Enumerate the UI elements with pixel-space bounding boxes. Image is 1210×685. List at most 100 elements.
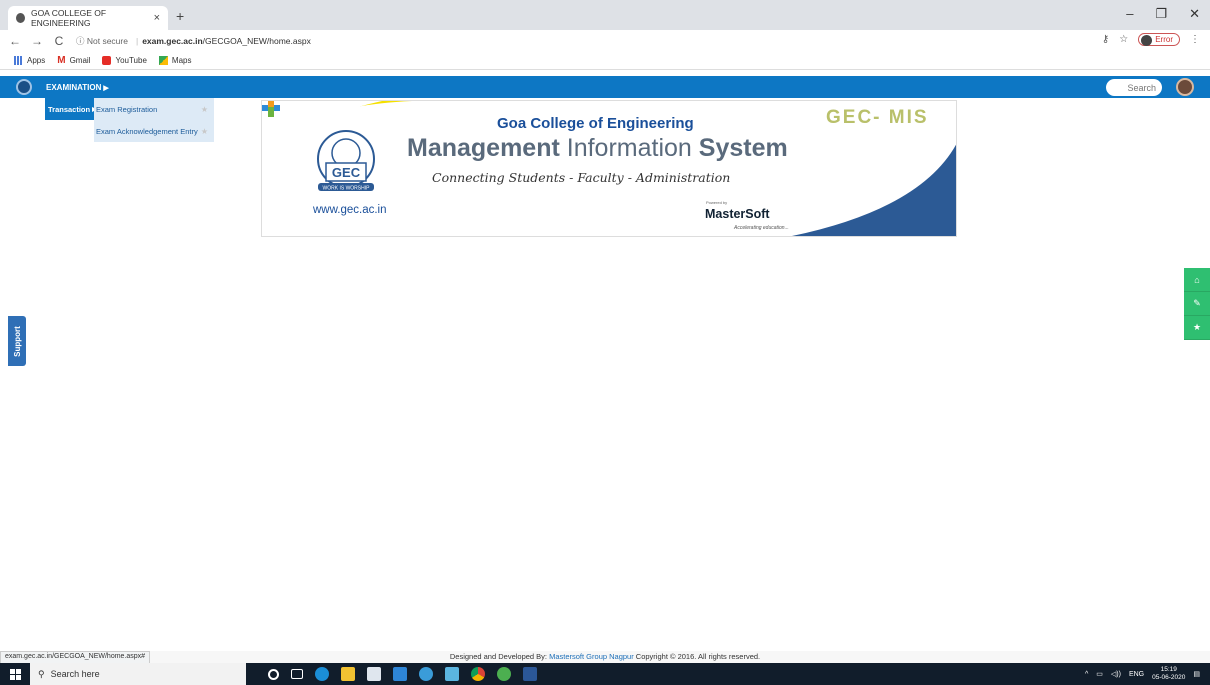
gec-mis-logo: GEC- MIS [826, 107, 929, 128]
new-tab-button[interactable]: + [176, 8, 184, 24]
url-input[interactable]: ⓘ Not secure | exam.gec.ac.in /GECGOA_NE… [76, 35, 311, 47]
powered-by-text: Powered by [706, 200, 728, 205]
back-button[interactable]: ← [8, 34, 22, 48]
edge-icon[interactable] [315, 667, 329, 681]
tab-close-icon[interactable]: × [154, 12, 160, 24]
notification-icon[interactable]: ▤ [1193, 670, 1200, 678]
college-logo-icon[interactable] [16, 79, 32, 95]
footer-prefix: Designed and Developed By: [449, 652, 550, 661]
windows-icon [9, 668, 21, 680]
gmail-icon: M [57, 55, 66, 66]
support-button[interactable]: Support [8, 316, 26, 366]
browser-tab[interactable]: GOA COLLEGE OF ENGINEERING × [8, 6, 168, 30]
mis-word-2: Information [559, 134, 699, 162]
menu-item-label: Exam Acknowledgement Entry [96, 126, 198, 136]
cortana-icon[interactable] [268, 668, 279, 680]
menu-examination[interactable]: EXAMINATION ▶ [46, 83, 109, 92]
search-input[interactable]: Search [1106, 79, 1162, 96]
app-icon[interactable] [445, 667, 459, 681]
taskbar-apps [268, 667, 537, 681]
quick-links: ⌂ ✎ ★ [1184, 268, 1210, 340]
restore-button[interactable]: ❐ [1155, 6, 1167, 22]
file-explorer-icon[interactable] [341, 667, 355, 681]
apps-grid-icon [14, 56, 23, 65]
browser-tab-bar: GOA COLLEGE OF ENGINEERING × + – ❐ ✕ [0, 0, 1210, 30]
footer-suffix: Copyright © 2016. All rights reserved. [633, 652, 761, 661]
address-bar: ← → C ⓘ Not secure | exam.gec.ac.in /GEC… [0, 30, 1210, 52]
menu-item-label: Exam Registration [96, 104, 158, 114]
support-label: Support [12, 325, 22, 357]
clock-time: 15:19 [1160, 666, 1177, 673]
college-crest-icon: GEC WORK IS WORSHIP [317, 130, 375, 192]
bookmark-youtube[interactable]: YouTube [102, 56, 147, 65]
profile-error-button[interactable]: Error [1138, 33, 1180, 46]
mis-banner: GEC WORK IS WORSHIP Goa College of Engin… [261, 100, 957, 237]
url-path: /GECGOA_NEW/home.aspx [202, 36, 311, 46]
security-indicator[interactable]: ⓘ Not secure [76, 35, 128, 47]
chevron-up-icon[interactable]: ^ [1085, 671, 1088, 678]
url-separator: | [135, 36, 139, 46]
word-icon[interactable] [523, 667, 537, 681]
crest-text: GEC [332, 165, 361, 180]
close-window-button[interactable]: ✕ [1189, 6, 1200, 22]
college-name: Goa College of Engineering [497, 115, 694, 132]
site-favicon-icon [16, 13, 25, 23]
minimize-button[interactable]: – [1126, 6, 1133, 22]
maps-icon [158, 56, 168, 65]
favorite-star-icon[interactable]: ★ [201, 127, 208, 136]
favorite-star-icon[interactable]: ★ [201, 105, 208, 114]
footer-link[interactable]: Mastersoft Group Nagpur [549, 652, 634, 661]
page-footer: Designed and Developed By: Mastersoft Gr… [0, 651, 1210, 663]
network-icon[interactable]: ▭ [1096, 670, 1103, 678]
bookmark-gmail[interactable]: M Gmail [57, 55, 90, 66]
menu-item-exam-acknowledgement[interactable]: Exam Acknowledgement Entry ★ [94, 120, 214, 142]
bookmark-maps[interactable]: Maps [158, 56, 192, 65]
menu-transaction-label: Transaction [48, 104, 91, 114]
menu-examination-label: EXAMINATION [46, 82, 102, 92]
mastersoft-tagline: Accelerating education... [734, 225, 789, 231]
toolbar-actions: ⚷ ☆ Error ⋮ [1102, 33, 1200, 46]
forward-button[interactable]: → [30, 34, 44, 48]
volume-icon[interactable]: ◁)) [1111, 670, 1121, 678]
whatsapp-icon[interactable] [497, 667, 511, 681]
mis-title: Management Information System [407, 134, 788, 163]
app-header: EXAMINATION ▶ Search [0, 76, 1210, 98]
youtube-icon [102, 56, 112, 65]
menu-item-exam-registration[interactable]: Exam Registration ★ [94, 98, 214, 120]
chrome-icon[interactable] [471, 667, 485, 681]
home-icon[interactable]: ⌂ [1184, 268, 1210, 292]
photos-icon[interactable] [419, 667, 433, 681]
mastersoft-logo-icon [262, 101, 280, 117]
task-view-icon[interactable] [291, 669, 303, 679]
bookmark-label: Gmail [69, 56, 91, 65]
crest-motto: WORK IS WORSHIP [323, 186, 371, 192]
reload-button[interactable]: C [52, 34, 66, 48]
bookmarks-bar: Apps M Gmail YouTube Maps [0, 52, 1210, 70]
mis-word-1: Management [407, 134, 560, 162]
favorite-star-icon[interactable]: ★ [1184, 316, 1210, 340]
banner-tagline: Connecting Students - Faculty - Administ… [432, 170, 731, 185]
taskbar-search-input[interactable]: ⚲ Search here [30, 663, 246, 685]
caret-right-icon: ▶ [103, 84, 109, 92]
bookmark-label: YouTube [115, 56, 147, 65]
menu-transaction[interactable]: Transaction ▶ [45, 98, 97, 120]
language-indicator[interactable]: ENG [1129, 671, 1144, 678]
mis-word-3: System [698, 134, 788, 162]
avatar[interactable] [1176, 78, 1194, 96]
windows-taskbar: ⚲ Search here ^ ▭ ◁)) ENG 15:19 05-06-20… [0, 663, 1210, 685]
bookmark-label: Apps [27, 56, 46, 65]
taskbar-search-placeholder: Search here [50, 669, 100, 679]
menu-kebab-icon[interactable]: ⋮ [1190, 34, 1200, 45]
star-bookmark-icon[interactable]: ☆ [1119, 34, 1128, 45]
clock[interactable]: 15:19 05-06-2020 [1152, 666, 1185, 682]
key-icon[interactable]: ⚷ [1102, 34, 1109, 45]
mail-icon[interactable] [393, 667, 407, 681]
tab-title: GOA COLLEGE OF ENGINEERING [30, 8, 107, 28]
bookmark-apps[interactable]: Apps [14, 56, 45, 65]
mastersoft-name: MasterSoft [705, 207, 770, 221]
store-icon[interactable] [367, 667, 381, 681]
bookmark-label: Maps [171, 56, 192, 65]
start-button[interactable] [0, 663, 30, 685]
link-icon[interactable]: ✎ [1184, 292, 1210, 316]
window-controls: – ❐ ✕ [1126, 6, 1200, 22]
